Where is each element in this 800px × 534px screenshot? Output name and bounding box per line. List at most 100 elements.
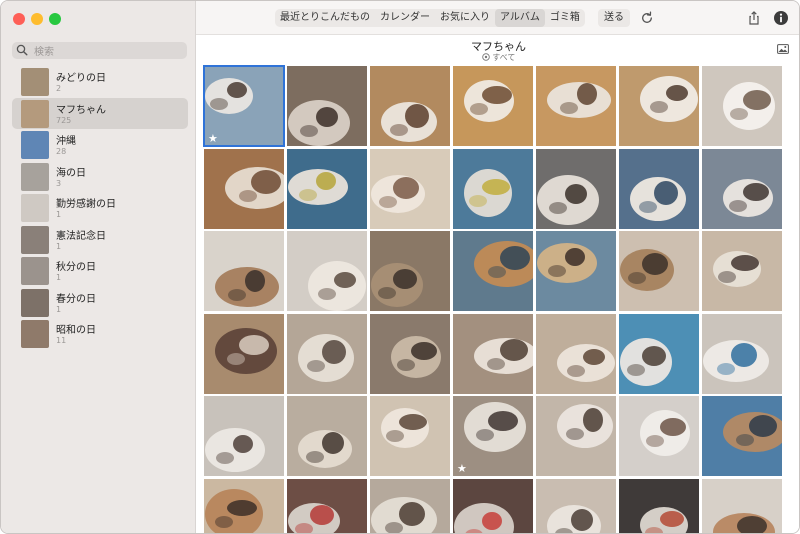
toolbar-tab[interactable]: 最近とりこんだもの [275, 9, 375, 27]
toolbar-tab[interactable]: カレンダー [375, 9, 435, 27]
zoom-window-button[interactable] [49, 13, 61, 25]
photo-thumbnail[interactable] [536, 66, 616, 146]
photo-thumbnail[interactable] [702, 148, 782, 229]
photo-thumbnail[interactable] [702, 231, 782, 311]
sidebar-album-item[interactable]: 憲法記念日 1 [12, 224, 188, 256]
photo-thumbnail[interactable] [619, 313, 699, 394]
album-thumbnail [21, 288, 49, 317]
photo-thumbnail[interactable] [287, 313, 367, 394]
cat-photo [702, 396, 782, 476]
sidebar-album-item[interactable]: 海の日 3 [12, 161, 188, 193]
cat-photo [287, 66, 367, 146]
toolbar-tab[interactable]: ゴミ箱 [545, 9, 585, 27]
cat-photo [287, 231, 367, 311]
toolbar-tab[interactable]: アルバム [495, 9, 545, 27]
cat-photo [619, 478, 699, 533]
album-count: 1 [56, 210, 62, 219]
photo-thumbnail[interactable]: ★ [203, 65, 285, 147]
album-thumbnail [21, 320, 49, 348]
photo-content: マフちゃん すべて ★ ★ [196, 35, 799, 533]
photo-thumbnail[interactable] [287, 66, 367, 146]
sidebar-album-item[interactable]: みどりの日 2 [12, 66, 188, 98]
cat-photo [204, 231, 284, 311]
cat-photo [287, 396, 367, 476]
photo-thumbnail[interactable] [453, 478, 533, 533]
photo-thumbnail[interactable] [204, 231, 284, 311]
photo-thumbnail[interactable] [287, 396, 367, 476]
photo-thumbnail[interactable] [204, 478, 284, 533]
photo-thumbnail[interactable] [536, 313, 616, 394]
album-count: 1 [56, 273, 62, 282]
album-name: マフちゃん [56, 104, 106, 116]
rotate-icon[interactable] [639, 10, 655, 26]
photo-thumbnail[interactable] [702, 396, 782, 476]
close-window-button[interactable] [13, 13, 25, 25]
photo-thumbnail[interactable] [536, 478, 616, 533]
photo-thumbnail[interactable] [619, 478, 699, 533]
cat-photo [453, 313, 533, 394]
cat-photo [204, 396, 284, 476]
cat-photo [619, 148, 699, 229]
search-field[interactable]: 検索 [12, 42, 187, 59]
photo-thumbnail[interactable]: ★ [453, 396, 533, 476]
info-icon[interactable] [773, 10, 789, 26]
filter-label-text: すべて [492, 53, 516, 62]
photo-thumbnail[interactable] [619, 148, 699, 229]
cat-photo [536, 313, 616, 394]
send-button[interactable]: 送る [598, 9, 630, 27]
photo-view-icon[interactable] [777, 44, 789, 54]
sidebar-album-item[interactable]: マフちゃん 725 [12, 97, 188, 129]
photo-thumbnail[interactable] [287, 478, 367, 533]
photo-thumbnail[interactable] [619, 66, 699, 146]
photo-thumbnail[interactable] [370, 231, 450, 311]
photo-thumbnail[interactable] [536, 231, 616, 311]
photo-thumbnail[interactable] [453, 148, 533, 229]
photo-thumbnail[interactable] [370, 396, 450, 476]
sidebar-album-item[interactable]: 春分の日 1 [12, 287, 188, 319]
photo-thumbnail[interactable] [370, 66, 450, 146]
album-thumbnail [21, 225, 49, 254]
sidebar-album-item[interactable]: 秋分の日 1 [12, 255, 188, 287]
filter-icon [481, 53, 490, 61]
sidebar-album-item[interactable]: 昭和の日 11 [12, 318, 188, 350]
album-count: 2 [56, 84, 62, 93]
photo-thumbnail[interactable] [702, 66, 782, 146]
cat-photo [204, 148, 284, 229]
filter-label[interactable]: すべて [196, 52, 799, 63]
photo-thumbnail[interactable] [287, 148, 367, 229]
album-thumbnail [21, 131, 49, 159]
photo-thumbnail[interactable] [619, 396, 699, 476]
photo-thumbnail[interactable] [536, 148, 616, 229]
photo-thumbnail[interactable] [536, 396, 616, 476]
photo-thumbnail[interactable] [204, 396, 284, 476]
cat-photo [453, 148, 533, 229]
photo-thumbnail[interactable] [370, 478, 450, 533]
photo-thumbnail[interactable] [370, 313, 450, 394]
photo-thumbnail[interactable] [619, 231, 699, 311]
photo-thumbnail[interactable] [287, 231, 367, 311]
photo-thumbnail[interactable] [453, 231, 533, 311]
cat-photo [619, 66, 699, 146]
favorite-star-icon: ★ [457, 462, 467, 475]
photo-thumbnail[interactable] [453, 313, 533, 394]
sidebar-album-item[interactable]: 沖縄 28 [12, 129, 188, 161]
cat-photo [702, 66, 782, 146]
cat-photo [536, 148, 616, 229]
sidebar: 検索 みどりの日 2 マフちゃん 725 沖縄 28 海の日 3 勤労感謝の日 1 憲法記念日 1 秋分… [1, 1, 196, 533]
photo-thumbnail[interactable] [204, 148, 284, 229]
photo-grid: ★ ★ [203, 65, 784, 533]
toolbar-tab[interactable]: お気に入り [435, 9, 495, 27]
album-thumbnail [21, 257, 49, 285]
album-name: 勤労感謝の日 [56, 199, 116, 210]
photo-thumbnail[interactable] [702, 313, 782, 394]
photo-thumbnail[interactable] [370, 148, 450, 229]
album-name: 春分の日 [56, 293, 96, 305]
minimize-window-button[interactable] [31, 13, 43, 25]
share-icon[interactable] [746, 10, 762, 26]
sidebar-album-item[interactable]: 勤労感謝の日 1 [12, 192, 188, 224]
album-name: 憲法記念日 [56, 230, 106, 242]
photo-thumbnail[interactable] [453, 66, 533, 146]
toolbar: 最近とりこんだもの カレンダー お気に入り アルバム ゴミ箱 送る [196, 1, 799, 35]
photo-thumbnail[interactable] [204, 313, 284, 394]
photo-thumbnail[interactable] [702, 478, 782, 533]
